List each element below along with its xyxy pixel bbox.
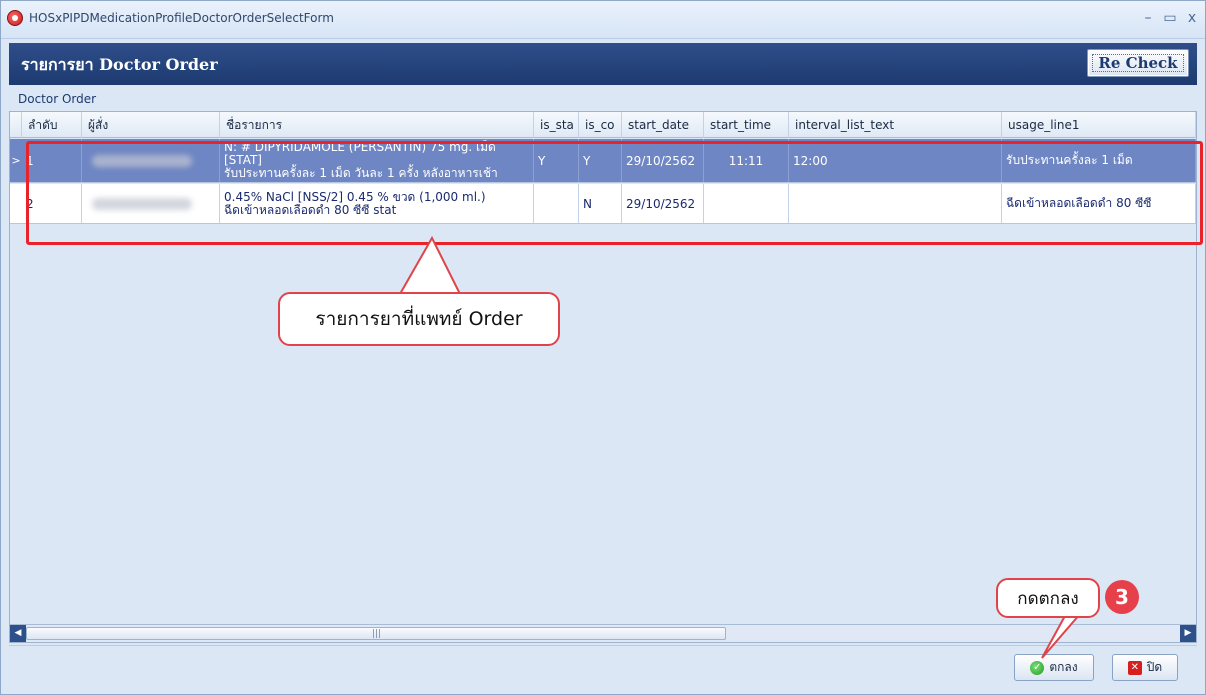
app-logo-icon xyxy=(7,10,23,26)
close-button[interactable]: ✕ ปิด xyxy=(1112,654,1178,681)
column-header-is-continue[interactable]: is_co xyxy=(579,112,622,138)
window-title: HOSxPIPDMedicationProfileDoctorOrderSele… xyxy=(29,11,334,25)
callout-tail-main xyxy=(398,236,462,296)
column-header-start-date[interactable]: start_date xyxy=(622,112,704,138)
highlight-rectangle xyxy=(26,141,1203,245)
horizontal-scrollbar[interactable]: ◀ ||| ▶ xyxy=(10,624,1196,642)
callout-press-ok: กดตกลง xyxy=(996,578,1100,618)
maximize-icon[interactable]: ▭ xyxy=(1161,9,1179,27)
group-label: Doctor Order xyxy=(18,92,97,106)
title-bar: HOSxPIPDMedicationProfileDoctorOrderSele… xyxy=(1,1,1205,39)
close-icon: ✕ xyxy=(1127,660,1142,675)
header-indicator-column xyxy=(10,112,22,138)
column-header-item-name[interactable]: ชื่อรายการ xyxy=(220,112,534,138)
column-header-interval[interactable]: interval_list_text xyxy=(789,112,1002,138)
column-header-prescriber[interactable]: ผู้สั่ง xyxy=(82,112,220,138)
check-icon: ✓ xyxy=(1030,660,1045,675)
callout-ordered-drugs: รายการยาที่แพทย์ Order xyxy=(278,292,560,346)
step-badge: 3 xyxy=(1105,580,1139,614)
header-band: รายการยา Doctor Order Re Check xyxy=(9,43,1197,85)
scroll-left-icon[interactable]: ◀ xyxy=(10,625,26,642)
row-indicator-icon: > xyxy=(11,154,21,167)
column-header-usage[interactable]: usage_line1 xyxy=(1002,112,1196,138)
ok-button-label: ตกลง xyxy=(1049,660,1078,674)
column-header-is-stat[interactable]: is_sta xyxy=(534,112,579,138)
page-title: รายการยา Doctor Order xyxy=(21,55,218,74)
callout-tail-ok xyxy=(1041,612,1083,659)
row-indicator xyxy=(10,184,22,223)
footer-bar: ✓ ตกลง ✕ ปิด xyxy=(9,645,1197,689)
recheck-button[interactable]: Re Check xyxy=(1087,49,1189,77)
scrollbar-thumb[interactable]: ||| xyxy=(26,627,726,640)
column-header-start-time[interactable]: start_time xyxy=(704,112,789,138)
minimize-icon[interactable]: – xyxy=(1139,9,1157,27)
column-header-order-no[interactable]: ลำดับ xyxy=(22,112,82,138)
close-button-label: ปิด xyxy=(1146,660,1163,674)
grid-header: ลำดับ ผู้สั่ง ชื่อรายการ is_sta is_co st… xyxy=(10,112,1196,138)
scroll-right-icon[interactable]: ▶ xyxy=(1180,625,1196,642)
close-window-icon[interactable]: x xyxy=(1183,9,1201,27)
grip-icon: ||| xyxy=(372,629,382,639)
